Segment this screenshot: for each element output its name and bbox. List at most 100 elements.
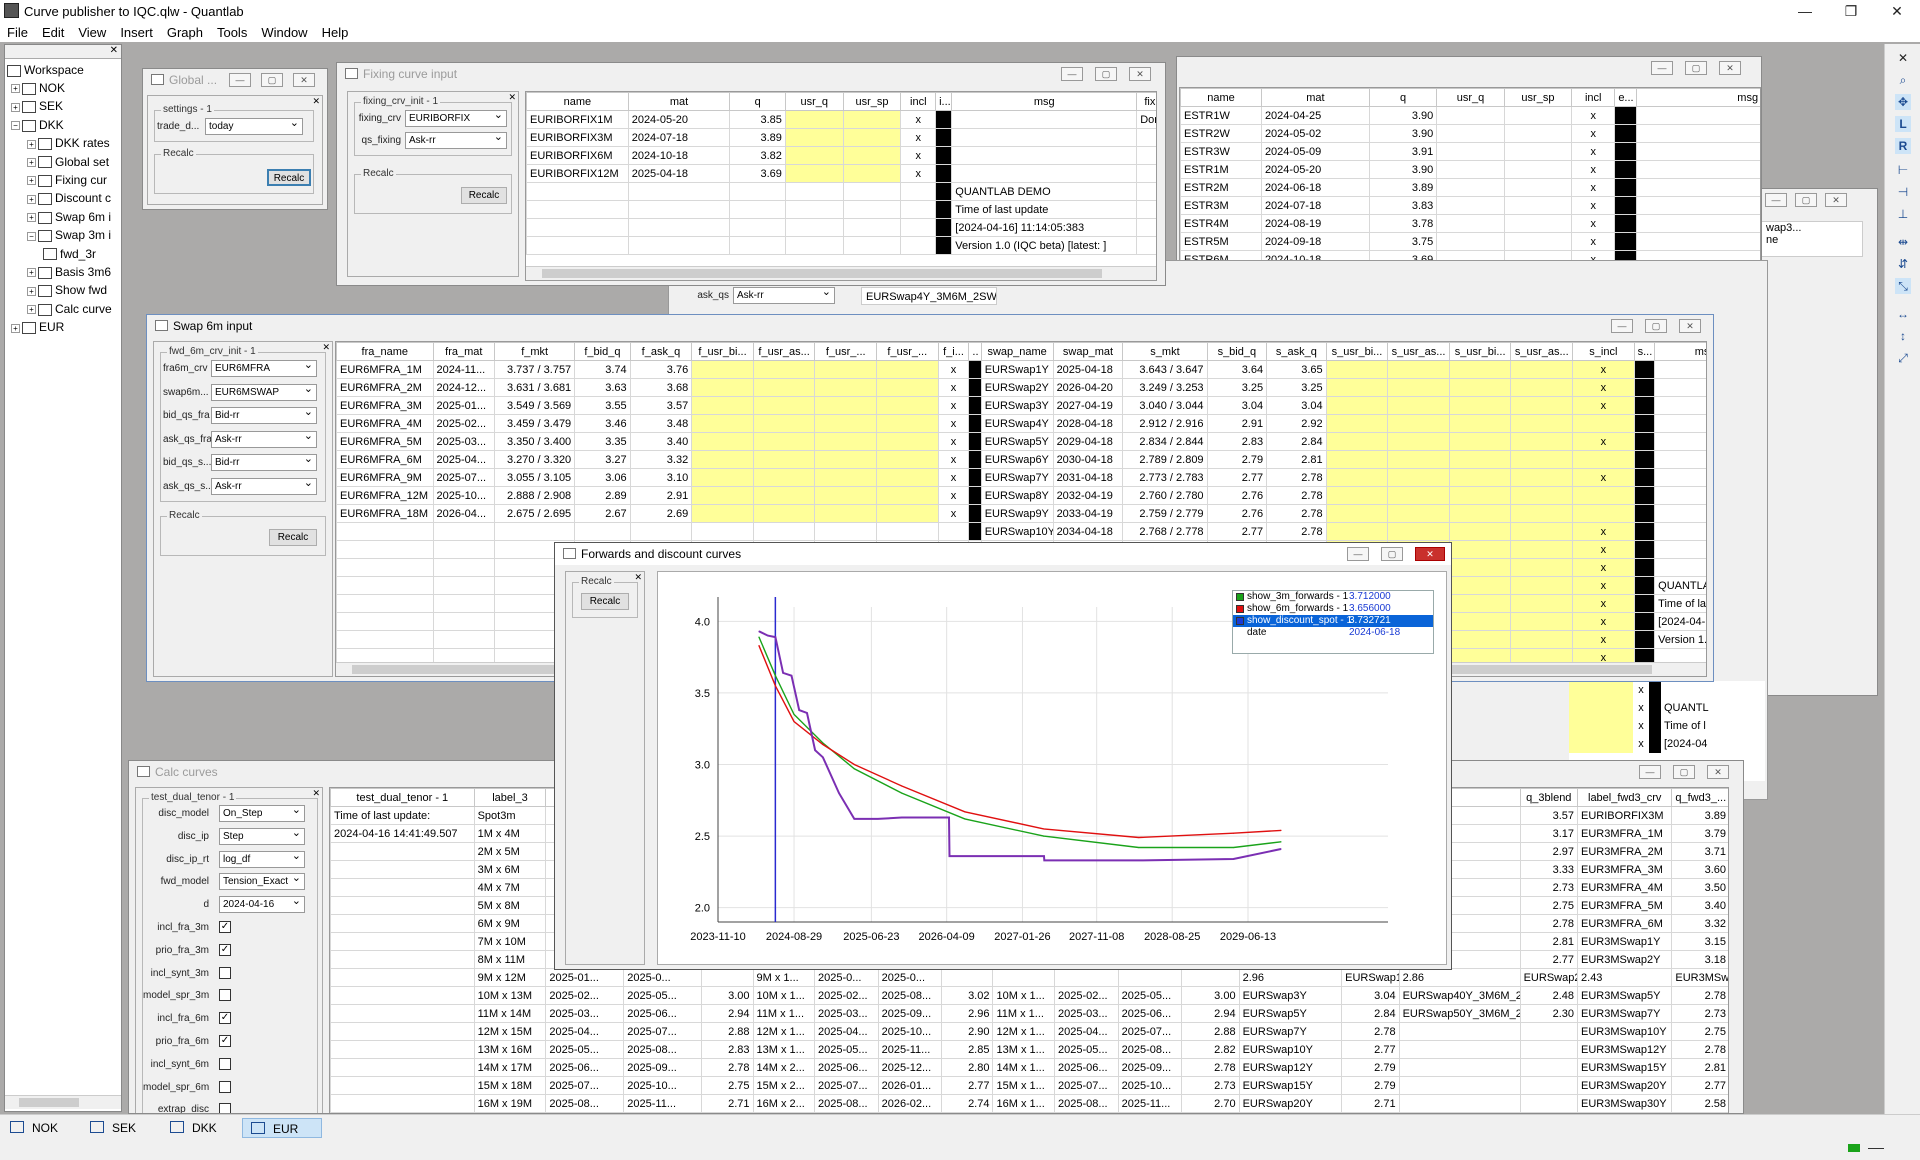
table-cell[interactable]: 2025-09... [877, 1004, 943, 1023]
table-cell[interactable]: 3.74 [574, 360, 631, 379]
table-cell[interactable] [784, 146, 844, 165]
table-row[interactable]: EURIBORFIX12M 2025-04-18 3.69 x [526, 164, 1156, 183]
table-cell[interactable]: 2024-11... [432, 360, 496, 379]
table-cell[interactable] [629, 522, 693, 541]
table-cell[interactable]: 12M x 1... [752, 1022, 816, 1041]
table-cell[interactable]: 3.89 [729, 128, 786, 147]
field-dropdown[interactable]: Bid-rr [211, 452, 317, 471]
table-cell[interactable] [627, 236, 731, 255]
table-cell[interactable] [1633, 522, 1656, 541]
table-cell[interactable]: 2024-06-18 [1260, 178, 1370, 197]
table-cell[interactable]: EUR6MFRA_4M [336, 414, 434, 433]
table-cell[interactable]: 14M x 2... [752, 1058, 816, 1077]
column-header[interactable]: s_usr_as... [1387, 342, 1450, 361]
table-cell[interactable] [1325, 486, 1389, 505]
table-row[interactable]: Version 1.0 (IQC beta) [latest: ] [526, 236, 1156, 255]
move-icon[interactable]: ✥ [1895, 94, 1911, 110]
table-cell[interactable]: 3.643 / 3.647 [1122, 360, 1208, 379]
table-cell[interactable] [1654, 396, 1706, 415]
table-cell[interactable]: EURIBORFIX3M [1577, 806, 1673, 825]
table-cell[interactable] [574, 522, 631, 541]
table-cell[interactable]: EUR3MFRA_2M [1577, 842, 1673, 861]
table-cell[interactable]: 2024-05-20 [627, 110, 731, 129]
table-cell[interactable] [968, 486, 982, 505]
table-cell[interactable] [1510, 468, 1574, 487]
table-cell[interactable]: 3.79 [1671, 824, 1728, 843]
expand-icon[interactable]: − [27, 231, 36, 241]
table-cell[interactable] [1572, 414, 1635, 433]
table-cell[interactable]: 3.04 [1266, 396, 1327, 415]
table-cell[interactable] [1510, 540, 1574, 559]
table-cell[interactable]: x [900, 146, 937, 165]
table-cell[interactable] [1614, 160, 1637, 179]
table-cell[interactable]: x [937, 468, 970, 487]
table-cell[interactable] [814, 468, 877, 487]
table-cell[interactable] [1510, 486, 1574, 505]
table-cell[interactable] [1448, 486, 1512, 505]
table-cell[interactable]: Time of last update: [330, 806, 475, 825]
table-cell[interactable]: EURSwap7Y [980, 468, 1054, 487]
table-cell[interactable] [330, 1076, 475, 1095]
table-cell[interactable]: EUR3MSwap15Y [1577, 1058, 1673, 1077]
table-row[interactable]: EUR6MFRA_2M 2024-12... 3.631 / 3.681 3.63 3.… [336, 378, 1706, 397]
zoom-y-icon[interactable]: ⇵ [1895, 256, 1911, 272]
table-cell[interactable] [1448, 378, 1512, 397]
table-cell[interactable]: 5M x 8M [473, 896, 547, 915]
legend-entry[interactable]: show_discount_spot - 1 3.732721 [1233, 615, 1433, 627]
table-cell[interactable] [330, 986, 475, 1005]
table-row[interactable]: ESTR4M 2024-08-19 3.78 x [1180, 214, 1760, 233]
table-cell[interactable] [729, 218, 786, 237]
table-cell[interactable]: x [1571, 124, 1616, 143]
minimize-icon[interactable]: — [1611, 319, 1633, 333]
table-cell[interactable]: x [937, 432, 970, 451]
menu-help[interactable]: Help [315, 25, 356, 40]
expand-icon[interactable]: + [27, 286, 36, 296]
table-row[interactable]: EURIBORFIX6M 2024-10-18 3.82 x [526, 146, 1156, 165]
table-cell[interactable]: 16M x 19M [473, 1094, 547, 1113]
column-header[interactable]: q_3blend [1519, 788, 1579, 807]
field-dropdown[interactable]: EUR6MSWAP [211, 382, 317, 401]
table-cell[interactable]: QUANTLAB DEMO [951, 182, 1138, 201]
marker-icon[interactable]: ⊣ [1895, 184, 1911, 200]
table-cell[interactable]: 2025-06... [623, 1004, 703, 1023]
field-dropdown[interactable]: On_Step [219, 803, 305, 822]
table-cell[interactable] [1654, 558, 1706, 577]
column-header[interactable]: f_ask_q [629, 342, 693, 361]
table-cell[interactable]: ESTR3W [1180, 142, 1262, 161]
table-cell[interactable] [1436, 178, 1505, 197]
table-cell[interactable] [951, 146, 1138, 165]
column-header[interactable]: q [1368, 88, 1438, 107]
table-cell[interactable]: EURSwap20Y [1238, 1094, 1343, 1113]
table-cell[interactable]: 2.78 [1266, 468, 1327, 487]
table-cell[interactable] [752, 504, 816, 523]
table-cell[interactable] [330, 878, 475, 897]
table-cell[interactable]: 2025-10... [432, 486, 496, 505]
table-cell[interactable] [876, 522, 939, 541]
column-header[interactable]: msg [1635, 88, 1760, 107]
table-cell[interactable]: 2025-05... [545, 1040, 625, 1059]
table-cell[interactable]: 11M x 1... [992, 1004, 1056, 1023]
maximize-icon[interactable]: ▢ [261, 73, 283, 87]
table-cell[interactable]: 2.773 / 2.783 [1122, 468, 1208, 487]
table-cell[interactable]: 3.04 [1341, 986, 1400, 1005]
table-cell[interactable]: 2024-09-18 [1260, 232, 1370, 251]
table-cell[interactable] [1510, 522, 1574, 541]
column-header[interactable]: label_3 [473, 788, 547, 807]
table-cell[interactable]: 2025-03... [432, 432, 496, 451]
table-cell[interactable]: 2024-10-18 [627, 146, 731, 165]
minimize-icon[interactable]: — [1639, 765, 1661, 779]
table-cell[interactable]: EURSwap5Y [1238, 1004, 1343, 1023]
table-cell[interactable]: 2.96 [1238, 968, 1343, 987]
table-cell[interactable] [1510, 630, 1574, 649]
table-cell[interactable] [935, 182, 953, 201]
table-cell[interactable]: EUR6MFRA_2M [336, 378, 434, 397]
table-cell[interactable] [784, 236, 844, 255]
table-cell[interactable] [1654, 378, 1706, 397]
table-cell[interactable]: 2.73 [1181, 1076, 1240, 1095]
table-cell[interactable]: EUR6MFRA_5M [336, 432, 434, 451]
table-cell[interactable] [691, 468, 754, 487]
table-cell[interactable] [526, 218, 629, 237]
table-cell[interactable]: x [900, 128, 937, 147]
table-cell[interactable]: 3.33 [1519, 860, 1579, 879]
workspace-item[interactable]: + SEK [11, 97, 63, 115]
